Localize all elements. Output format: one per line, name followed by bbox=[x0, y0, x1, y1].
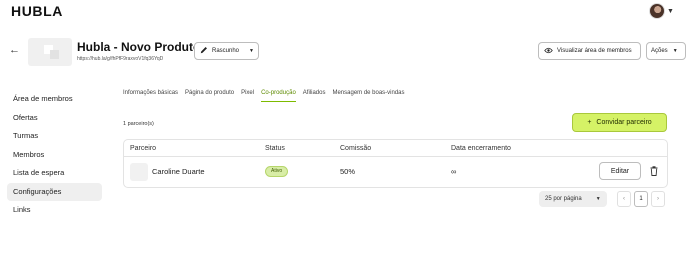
status-badge: Ativo bbox=[265, 166, 289, 177]
column-header-status: Status bbox=[265, 145, 285, 152]
table-header: Parceiro Status Comissão Data encerramen… bbox=[124, 140, 667, 157]
settings-tabs: Informações básicas Página do produto Pi… bbox=[123, 90, 405, 102]
top-bar: HUBLA ▼ bbox=[0, 0, 688, 24]
back-arrow-icon[interactable]: ← bbox=[9, 44, 20, 56]
partner-end-date: ∞ bbox=[451, 167, 457, 176]
trash-icon[interactable] bbox=[650, 166, 658, 176]
chevron-down-icon: ▼ bbox=[595, 196, 601, 202]
partner-name: Caroline Duarte bbox=[152, 167, 205, 176]
tab-basic-info[interactable]: Informações básicas bbox=[123, 90, 178, 102]
sidebar-item-classes[interactable]: Turmas bbox=[7, 127, 102, 145]
chevron-down-icon: ▼ bbox=[249, 48, 254, 54]
view-members-area-button[interactable]: Visualizar área de membros bbox=[538, 42, 641, 60]
partner-commission: 50% bbox=[340, 167, 356, 176]
chevron-down-icon: ▼ bbox=[672, 48, 678, 54]
partner-thumbnail bbox=[130, 163, 148, 181]
status-dropdown-label: Rascunho bbox=[212, 48, 240, 54]
sidebar-item-waitlist[interactable]: Lista de espera bbox=[7, 164, 102, 182]
rows-per-page-label: 25 por página bbox=[545, 196, 582, 202]
rows-per-page-select[interactable]: 25 por página ▼ bbox=[539, 191, 607, 207]
product-title: Hubla - Novo Produto bbox=[77, 40, 201, 54]
user-menu[interactable]: ▼ bbox=[649, 3, 674, 19]
sidebar-item-links[interactable]: Links bbox=[7, 201, 102, 219]
tab-co-production[interactable]: Co-produção bbox=[261, 90, 296, 102]
tab-affiliates[interactable]: Afiliados bbox=[303, 90, 326, 102]
hubla-logo[interactable]: HUBLA bbox=[11, 3, 63, 19]
edit-button[interactable]: Editar bbox=[599, 162, 641, 180]
invite-partner-label: Convidar parceiro bbox=[596, 119, 652, 126]
page-1-button[interactable]: 1 bbox=[634, 191, 648, 207]
next-page-button[interactable]: › bbox=[651, 191, 665, 207]
product-header: ← Hubla - Novo Produto https://hub.la/g/… bbox=[0, 34, 688, 68]
previous-page-button[interactable]: ‹ bbox=[617, 191, 631, 207]
actions-dropdown[interactable]: Ações ▼ bbox=[646, 42, 686, 60]
column-header-end-date: Data encerramento bbox=[451, 145, 511, 152]
partner-count: 1 parceiro(s) bbox=[123, 121, 154, 127]
table-row: Caroline Duarte Ativo 50% ∞ Editar bbox=[124, 157, 667, 188]
tab-pixel[interactable]: Pixel bbox=[241, 90, 254, 102]
sidebar-item-members-area[interactable]: Área de membros bbox=[7, 90, 102, 108]
avatar[interactable] bbox=[649, 3, 665, 19]
column-header-partner: Parceiro bbox=[130, 145, 157, 152]
sidebar: Área de membros Ofertas Turmas Membros L… bbox=[7, 90, 102, 220]
actions-dropdown-label: Ações bbox=[651, 48, 668, 54]
sidebar-item-members[interactable]: Membros bbox=[7, 146, 102, 164]
product-thumbnail bbox=[28, 38, 72, 66]
tab-product-page[interactable]: Página do produto bbox=[185, 90, 234, 102]
chevron-down-icon: ▼ bbox=[667, 7, 674, 15]
sidebar-item-offers[interactable]: Ofertas bbox=[7, 109, 102, 127]
status-dropdown[interactable]: Rascunho ▼ bbox=[194, 42, 259, 60]
invite-partner-button[interactable]: + Convidar parceiro bbox=[572, 113, 667, 132]
plus-icon: + bbox=[587, 119, 592, 126]
pencil-icon bbox=[200, 46, 208, 56]
product-url[interactable]: https://hub.la/g/fhPfF9raxvoV1fq36YqD bbox=[77, 56, 163, 62]
tab-welcome-message[interactable]: Mensagem de boas-vindas bbox=[332, 90, 404, 102]
view-members-area-label: Visualizar área de membros bbox=[557, 48, 632, 54]
partners-table: Parceiro Status Comissão Data encerramen… bbox=[123, 139, 668, 188]
eye-icon bbox=[544, 47, 553, 56]
sidebar-item-settings[interactable]: Configurações bbox=[7, 182, 102, 201]
column-header-commission: Comissão bbox=[340, 145, 372, 152]
